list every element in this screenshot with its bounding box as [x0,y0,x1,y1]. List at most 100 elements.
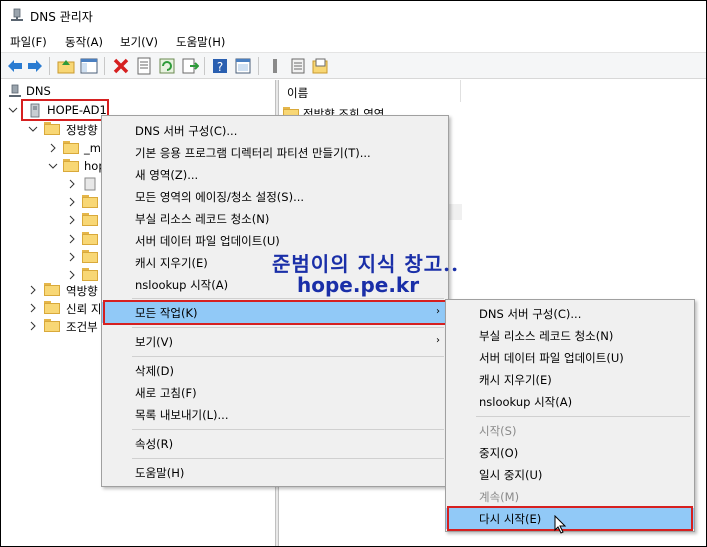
menu-help[interactable]: 도움말(H) [176,34,225,50]
menu-file[interactable]: 파일(F) [10,34,47,50]
menu-item-label: 보기(V) [135,335,173,349]
submenu-item-start: 시작(S) [446,420,694,441]
record-icon [84,177,96,191]
tree-item-folder[interactable] [5,193,105,212]
tree-label: 조건부 [66,320,98,334]
show-hide-tree-icon[interactable] [80,57,98,75]
menu-item-label: 시작(S) [479,424,517,438]
submenu-item-clear-cache[interactable]: 캐시 지우기(E) [446,369,694,390]
chevron-down-icon[interactable] [8,105,18,115]
tree-item-folder[interactable] [5,211,105,230]
folder-icon [63,141,79,154]
menu-item-delete[interactable]: 삭제(D) [102,360,448,381]
menu-item-help[interactable]: 도움말(H) [102,462,448,483]
console-icon[interactable] [234,57,252,75]
restart-highlight-box [447,506,693,531]
chevron-down-icon[interactable] [28,124,38,134]
menu-item-label: 목록 내보내기(L)... [135,408,229,422]
toolbar-separator [49,57,50,75]
back-arrow-icon[interactable] [6,57,24,75]
menu-item-label: 부실 리소스 레코드 청소(N) [479,329,614,343]
submenu-item-stop[interactable]: 중지(O) [446,442,694,463]
tree-root-label: DNS [26,84,51,98]
mouse-cursor-icon [554,515,567,534]
chevron-right-icon[interactable] [28,321,38,331]
menu-item-configure-dns[interactable]: DNS 서버 구성(C)... [102,120,448,141]
tree-item-record[interactable] [5,175,105,194]
all-tasks-highlight-box [103,300,447,325]
submenu-item-resume: 계속(M) [446,486,694,507]
menu-item-view[interactable]: 보기(V) › [102,331,448,352]
zone-icon[interactable] [289,57,307,75]
watermark-line-2: hope.pe.kr [297,273,420,297]
submenu-item-configure-dns[interactable]: DNS 서버 구성(C)... [446,303,694,324]
menu-item-label: 일시 중지(U) [479,468,543,482]
tree-label: 정방향 [66,123,98,137]
list-view-icon[interactable] [266,57,284,75]
up-folder-icon[interactable] [57,57,75,75]
export-list-icon[interactable] [181,57,199,75]
chevron-right-icon[interactable] [67,215,77,225]
column-header-label: 이름 [287,86,309,100]
submenu-item-launch-nslookup[interactable]: nslookup 시작(A) [446,391,694,412]
menu-item-label: 새로 고침(F) [135,386,197,400]
properties-icon[interactable] [135,57,153,75]
menu-item-label: 모든 영역의 에이징/청소 설정(S)... [135,190,305,204]
chevron-right-icon[interactable] [28,303,38,313]
tree-label: 신뢰 지 [66,302,102,316]
chevron-right-icon[interactable] [67,179,77,189]
menu-item-label: 부실 리소스 레코드 청소(N) [135,212,270,226]
submenu-item-pause[interactable]: 일시 중지(U) [446,464,694,485]
menu-item-aging-scavenging[interactable]: 모든 영역의 에이징/청소 설정(S)... [102,186,448,207]
menu-item-label: nslookup 시작(A) [135,278,229,292]
tree-item-folder[interactable] [5,248,105,267]
menu-item-scavenge-stale[interactable]: 부실 리소스 레코드 청소(N) [102,208,448,229]
forward-arrow-icon[interactable] [26,57,44,75]
menu-item-new-zone[interactable]: 새 영역(Z)... [102,164,448,185]
folder-icon [82,213,98,226]
menu-bar: 파일(F) 동작(A) 보기(V) 도움말(H) [1,30,706,52]
menu-view[interactable]: 보기(V) [120,34,158,50]
chevron-right-icon[interactable] [67,270,77,280]
menu-item-create-partition[interactable]: 기본 응용 프로그램 디렉터리 파티션 만들기(T)... [102,142,448,163]
submenu-item-update-data-files[interactable]: 서버 데이터 파일 업데이트(U) [446,347,694,368]
menu-item-label: DNS 서버 구성(C)... [135,124,238,138]
folder-icon[interactable] [311,57,329,75]
chevron-right-icon[interactable] [48,143,58,153]
menu-item-export-list[interactable]: 목록 내보내기(L)... [102,404,448,425]
tree-item-folder[interactable] [5,230,105,249]
server-highlight-box [21,99,109,121]
help-icon[interactable]: ? [211,57,229,75]
context-menu-main: DNS 서버 구성(C)... 기본 응용 프로그램 디렉터리 파티션 만들기(… [101,115,449,487]
column-header-name[interactable]: 이름 [279,80,461,102]
context-menu-all-tasks: DNS 서버 구성(C)... 부실 리소스 레코드 청소(N) 서버 데이터 … [445,299,695,532]
folder-icon [82,250,98,263]
chevron-down-icon[interactable] [48,161,58,171]
submenu-item-scavenge-stale[interactable]: 부실 리소스 레코드 청소(N) [446,325,694,346]
menu-item-label: 서버 데이터 파일 업데이트(U) [479,351,624,365]
menu-item-label: 삭제(D) [135,364,174,378]
folder-icon [44,301,60,314]
menu-item-label: DNS 서버 구성(C)... [479,307,582,321]
menu-item-label: 중지(O) [479,446,519,460]
window-title: DNS 관리자 [30,10,93,24]
menu-item-refresh[interactable]: 새로 고침(F) [102,382,448,403]
folder-icon [63,159,79,172]
title-bar: DNS 관리자 [1,1,706,29]
chevron-right-icon[interactable] [67,234,77,244]
chevron-right-icon[interactable] [67,252,77,262]
delete-icon[interactable] [112,57,130,75]
svg-text:?: ? [217,60,223,74]
refresh-icon[interactable] [158,57,176,75]
menu-item-label: 도움말(H) [135,466,185,480]
folder-icon [82,232,98,245]
chevron-right-icon: › [436,335,440,346]
menu-item-label: 속성(R) [135,437,174,451]
menu-item-properties[interactable]: 속성(R) [102,433,448,454]
chevron-right-icon[interactable] [67,197,77,207]
menu-action[interactable]: 동작(A) [65,34,103,50]
dns-app-icon [11,8,23,21]
folder-icon [44,319,60,332]
menu-separator [132,298,444,299]
chevron-right-icon[interactable] [28,285,38,295]
